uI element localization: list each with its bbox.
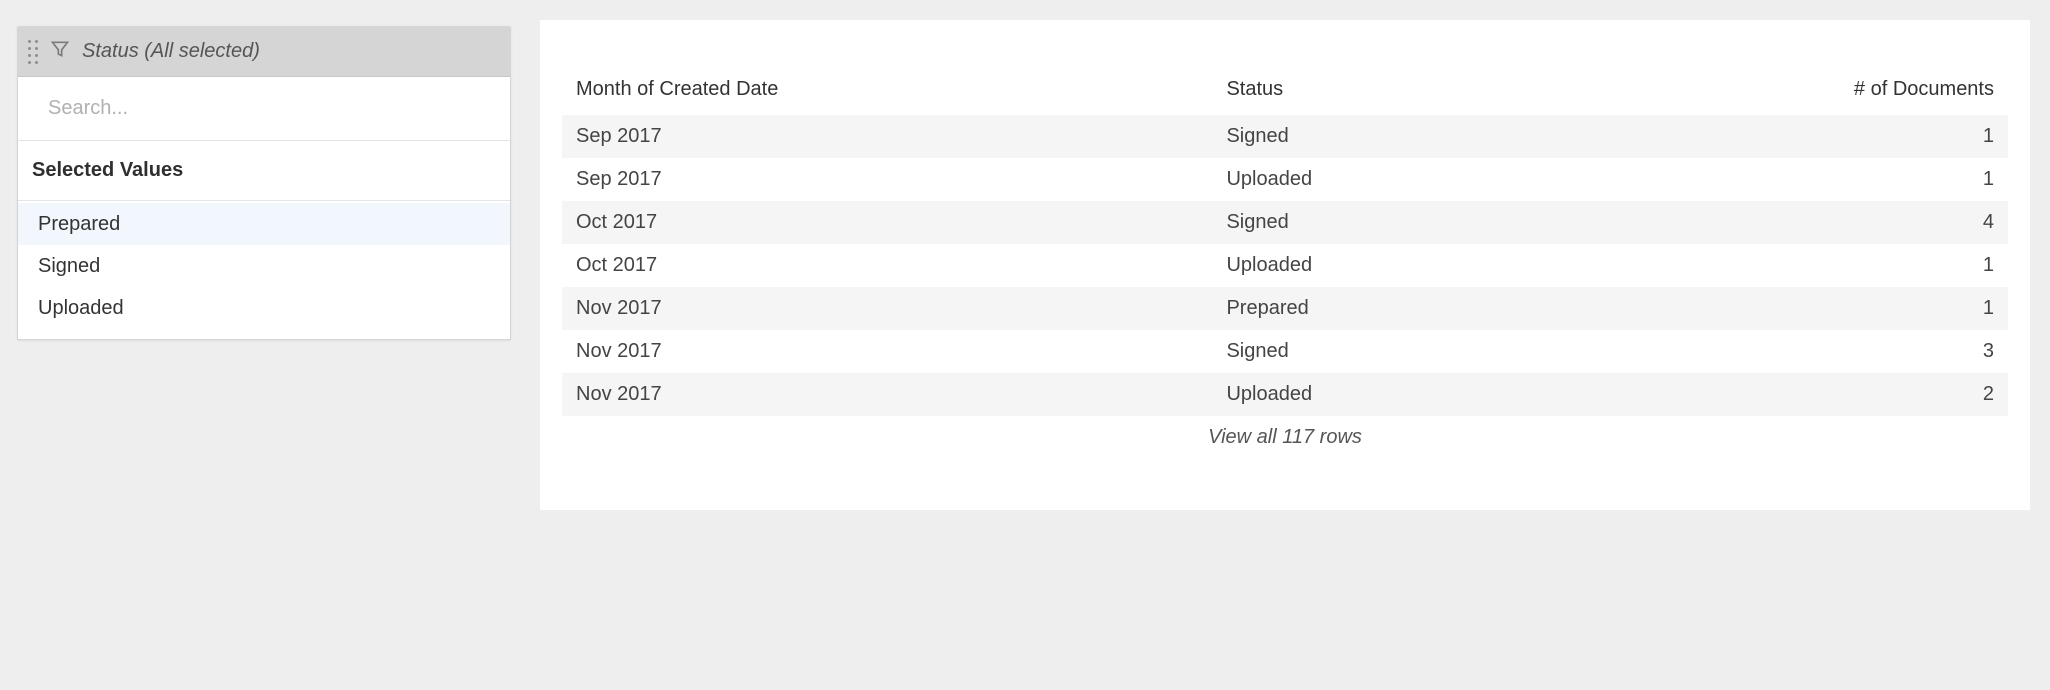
cell-month: Sep 2017 (562, 158, 1212, 201)
filter-value-item[interactable]: Prepared (18, 203, 510, 245)
table-row[interactable]: Nov 2017Uploaded2 (562, 373, 2008, 416)
view-all-link[interactable]: View all 117 rows (562, 426, 2008, 449)
cell-count: 1 (1533, 244, 2008, 287)
table-row[interactable]: Sep 2017Uploaded1 (562, 158, 2008, 201)
col-count[interactable]: # of Documents (1533, 68, 2008, 115)
cell-status: Uploaded (1212, 373, 1533, 416)
cell-month: Nov 2017 (562, 373, 1212, 416)
cell-status: Signed (1212, 115, 1533, 158)
table-row[interactable]: Oct 2017Signed4 (562, 201, 2008, 244)
cell-count: 3 (1533, 330, 2008, 373)
cell-month: Oct 2017 (562, 244, 1212, 287)
cell-month: Oct 2017 (562, 201, 1212, 244)
filter-value-item[interactable]: Signed (18, 245, 510, 287)
table-row[interactable]: Nov 2017Prepared1 (562, 287, 2008, 330)
cell-status: Prepared (1212, 287, 1533, 330)
col-status[interactable]: Status (1212, 68, 1533, 115)
cell-count: 4 (1533, 201, 2008, 244)
cell-status: Uploaded (1212, 244, 1533, 287)
cell-count: 1 (1533, 115, 2008, 158)
search-row (18, 77, 510, 141)
search-input[interactable] (48, 87, 494, 130)
filter-header[interactable]: Status (All selected) (18, 27, 510, 77)
table-panel: Month of Created Date Status # of Docume… (540, 20, 2030, 510)
table-header-row: Month of Created Date Status # of Docume… (562, 68, 2008, 115)
data-table: Month of Created Date Status # of Docume… (562, 68, 2008, 416)
table-row[interactable]: Sep 2017Signed1 (562, 115, 2008, 158)
filter-value-item[interactable]: Uploaded (18, 287, 510, 329)
cell-status: Signed (1212, 330, 1533, 373)
cell-month: Sep 2017 (562, 115, 1212, 158)
table-row[interactable]: Oct 2017Uploaded1 (562, 244, 2008, 287)
cell-status: Signed (1212, 201, 1533, 244)
table-row[interactable]: Nov 2017Signed3 (562, 330, 2008, 373)
filter-value-list: PreparedSignedUploaded (18, 201, 510, 339)
cell-status: Uploaded (1212, 158, 1533, 201)
col-month[interactable]: Month of Created Date (562, 68, 1212, 115)
cell-count: 2 (1533, 373, 2008, 416)
cell-month: Nov 2017 (562, 287, 1212, 330)
cell-month: Nov 2017 (562, 330, 1212, 373)
selected-values-heading: Selected Values (18, 141, 510, 201)
filter-title: Status (All selected) (82, 40, 260, 63)
funnel-icon (50, 39, 70, 65)
filter-panel: Status (All selected) Selected Values Pr… (17, 26, 511, 340)
cell-count: 1 (1533, 158, 2008, 201)
cell-count: 1 (1533, 287, 2008, 330)
drag-handle-icon[interactable] (28, 40, 38, 64)
